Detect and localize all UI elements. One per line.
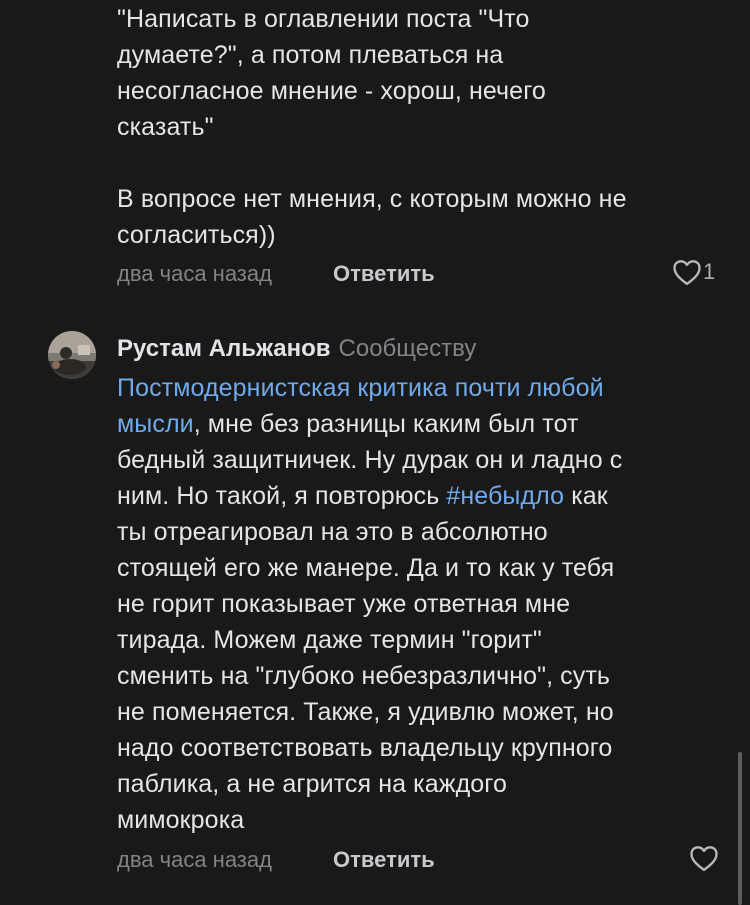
comment-line: согласиться)) — [117, 221, 276, 249]
comment-line: не поменяется. Также, я удивлю может, но — [117, 698, 614, 726]
comment-line: Постмодернистская критика почти любой — [117, 370, 737, 406]
reply-button[interactable]: Ответить — [333, 261, 435, 287]
heart-outline-icon — [689, 844, 719, 872]
comment-line: мысли, мне без разницы каким был тот — [117, 406, 737, 442]
comment-line: В вопросе нет мнения, с которым можно не — [117, 185, 627, 213]
comments-page: "Написать в оглавлении поста "Что думает… — [0, 0, 750, 905]
comment-line: "Написать в оглавлении поста "Что — [117, 5, 530, 33]
text-link[interactable]: Постмодернистская критика почти любой — [117, 374, 604, 402]
user-avatar[interactable] — [48, 331, 96, 379]
comment-line: сменить на "глубоко небезразлично", суть — [117, 662, 611, 690]
like-button[interactable]: 1 — [672, 258, 715, 286]
comment-time: два часа назад — [117, 261, 272, 286]
comment-author-line: Рустам Альжанов Сообществу — [117, 335, 476, 363]
comment-line: ним. Но такой, я повторюсь #небыдло как — [117, 478, 737, 514]
comment-text-fragment: как — [564, 482, 608, 510]
comment-line: не горит показывает уже ответная мне — [117, 590, 571, 618]
comment-text: "Написать в оглавлении поста "Что думает… — [117, 1, 737, 253]
comment-line: мимокрока — [117, 806, 245, 834]
heart-outline-icon — [672, 258, 702, 286]
comment-meta: два часа назад Ответить 1 — [117, 258, 750, 293]
like-count: 1 — [703, 259, 716, 284]
comment-line: несогласное мнение - хорош, нечего — [117, 77, 546, 105]
comment-text: Постмодернистская критика почти любой мы… — [117, 370, 737, 838]
comment-line: паблика, а не агрится на каждого — [117, 770, 507, 798]
comment-meta: два часа назад Ответить — [117, 844, 750, 879]
author-subtitle: Сообществу — [338, 335, 477, 362]
author-name[interactable]: Рустам Альжанов — [117, 335, 331, 362]
comment-time: два часа назад — [117, 847, 272, 872]
comment-line: стоящей его же манере. Да и то как у теб… — [117, 554, 615, 582]
comment-line: надо соответствовать владельцу крупного — [117, 734, 613, 762]
comment-line: ты отреагировал на это в абсолютно — [117, 518, 548, 546]
comment-line: сказать" — [117, 113, 214, 141]
hashtag-link[interactable]: #небыдло — [446, 482, 564, 510]
scrollbar[interactable] — [738, 752, 742, 905]
like-button[interactable] — [689, 844, 719, 872]
text-link[interactable]: мысли — [117, 410, 194, 438]
comment-line: тирада. Можем даже термин "горит" — [117, 626, 542, 654]
comment-text-fragment: , мне без разницы каким был тот — [193, 410, 579, 438]
comment-line: думаете?", а потом плеваться на — [117, 41, 504, 69]
comment-line: бедный защитничек. Ну дурак он и ладно с — [117, 446, 623, 474]
comment-text-fragment: ним. Но такой, я повторюсь — [117, 482, 447, 510]
reply-button[interactable]: Ответить — [333, 847, 435, 873]
